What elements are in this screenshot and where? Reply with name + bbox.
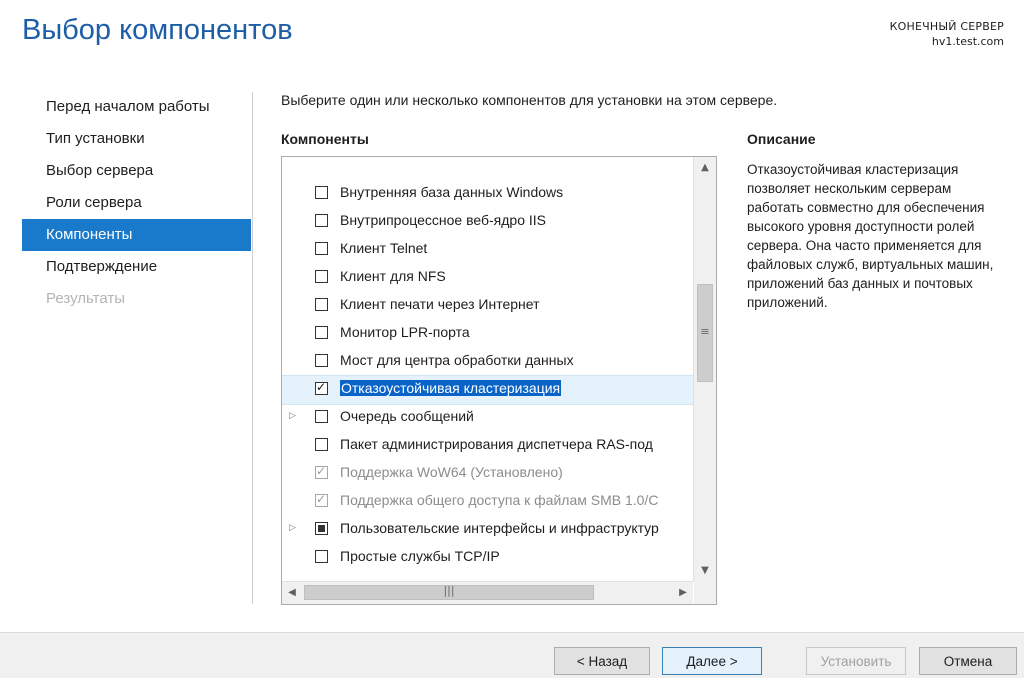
wizard-nav: Перед началом работы Тип установки Выбор… (22, 91, 251, 315)
component-checkbox[interactable] (315, 550, 328, 563)
components-rows: Внутренняя база данных Windows Внутрипроц… (282, 157, 693, 582)
vertical-scrollbar[interactable]: ▲ ≡ ▼ (693, 157, 716, 582)
target-server-label: КОНЕЧНЫЙ СЕРВЕР (889, 20, 1004, 33)
nav-divider (252, 92, 253, 604)
component-label: Клиент для NFS (340, 268, 446, 284)
page-title: Выбор компонентов (22, 14, 293, 46)
component-checkbox[interactable] (315, 438, 328, 451)
component-checkbox[interactable] (315, 380, 328, 395)
wizard-footer: < Назад Далее > Установить Отмена (0, 632, 1024, 678)
components-list[interactable]: Внутренняя база данных Windows Внутрипроц… (281, 156, 717, 605)
component-checkbox[interactable] (315, 354, 328, 367)
component-label: Простые службы TCP/IP (340, 548, 500, 564)
horizontal-scroll-thumb[interactable]: ||| (304, 584, 594, 600)
list-item[interactable]: ▷ Пользовательские интерфейсы и инфрастру… (282, 516, 693, 544)
component-label: Монитор LPR-порта (340, 324, 470, 340)
list-item[interactable]: Клиент Telnet (282, 236, 693, 264)
components-header: Компоненты (281, 131, 369, 147)
scroll-up-icon[interactable]: ▲ (694, 157, 716, 179)
list-item[interactable]: Внутренняя база данных Windows (282, 180, 693, 208)
list-item[interactable]: Поддержка WoW64 (Установлено) (282, 460, 693, 488)
scroll-down-icon[interactable]: ▼ (694, 560, 716, 582)
next-button[interactable]: Далее > (662, 647, 762, 675)
scroll-right-icon[interactable]: ▶ (673, 582, 693, 604)
component-label: Пользовательские интерфейсы и инфраструк… (340, 520, 659, 536)
list-item[interactable]: Простые службы TCP/IP (282, 544, 693, 572)
expand-arrow-icon[interactable]: ▷ (289, 523, 296, 533)
description-text: Отказоустойчивая кластеризация позволяет… (747, 162, 994, 310)
list-item[interactable]: Пакет администрирования диспетчера RAS-п… (282, 432, 693, 460)
scrollbar-corner (694, 582, 716, 604)
component-label: Пакет администрирования диспетчера RAS-п… (340, 436, 653, 452)
component-label: Отказоустойчивая кластеризация (340, 380, 562, 396)
component-checkbox[interactable] (315, 242, 328, 255)
component-checkbox[interactable] (315, 298, 328, 311)
nav-item-before-begin[interactable]: Перед началом работы (22, 91, 251, 123)
list-item[interactable]: Внутрипроцессное веб-ядро IIS (282, 208, 693, 236)
horizontal-scrollbar[interactable]: ◀ ||| ▶ (282, 581, 693, 604)
component-label: Внутренняя база данных Windows (340, 184, 564, 200)
component-label: Очередь сообщений (340, 408, 474, 424)
nav-item-confirmation[interactable]: Подтверждение (22, 251, 251, 283)
instruction-text: Выберите один или несколько компонентов … (281, 92, 778, 108)
list-item[interactable]: Мост для центра обработки данных (282, 348, 693, 376)
nav-item-server-select[interactable]: Выбор сервера (22, 155, 251, 187)
component-checkbox[interactable] (315, 270, 328, 283)
component-checkbox[interactable] (315, 522, 328, 535)
vertical-scroll-thumb[interactable]: ≡ (697, 284, 713, 382)
nav-item-install-type[interactable]: Тип установки (22, 123, 251, 155)
scroll-left-icon[interactable]: ◀ (282, 582, 302, 604)
component-checkbox[interactable] (315, 410, 328, 423)
component-checkbox[interactable] (315, 326, 328, 339)
expand-arrow-icon[interactable]: ▷ (289, 411, 296, 421)
component-label: Поддержка общего доступа к файлам SMB 1.… (340, 492, 659, 508)
component-label: Клиент печати через Интернет (340, 296, 540, 312)
cancel-button[interactable]: Отмена (919, 647, 1017, 675)
component-checkbox[interactable] (315, 214, 328, 227)
component-label: Мост для центра обработки данных (340, 352, 574, 368)
component-label: Внутрипроцессное веб-ядро IIS (340, 212, 547, 228)
target-server-name: hv1.test.com (931, 35, 1004, 48)
list-item[interactable]: Поддержка общего доступа к файлам SMB 1.… (282, 488, 693, 516)
component-label: Поддержка WoW64 (Установлено) (340, 464, 563, 480)
nav-item-features[interactable]: Компоненты (22, 219, 251, 251)
list-item[interactable]: Монитор LPR-порта (282, 320, 693, 348)
component-checkbox[interactable] (315, 186, 328, 199)
list-item[interactable]: Отказоустойчивая кластеризация (282, 375, 693, 405)
nav-item-results: Результаты (46, 290, 125, 307)
component-label: Клиент Telnet (340, 240, 428, 256)
list-item[interactable]: Клиент печати через Интернет (282, 292, 693, 320)
list-item[interactable]: ▷ Очередь сообщений (282, 404, 693, 432)
list-item[interactable]: Клиент для NFS (282, 264, 693, 292)
install-button: Установить (806, 647, 906, 675)
target-server: КОНЕЧНЫЙ СЕРВЕР hv1.test.com (890, 19, 1004, 49)
back-button[interactable]: < Назад (554, 647, 650, 675)
component-checkbox (315, 464, 328, 479)
component-checkbox (315, 492, 328, 507)
description-header: Описание (747, 131, 816, 147)
nav-item-server-roles[interactable]: Роли сервера (22, 187, 251, 219)
